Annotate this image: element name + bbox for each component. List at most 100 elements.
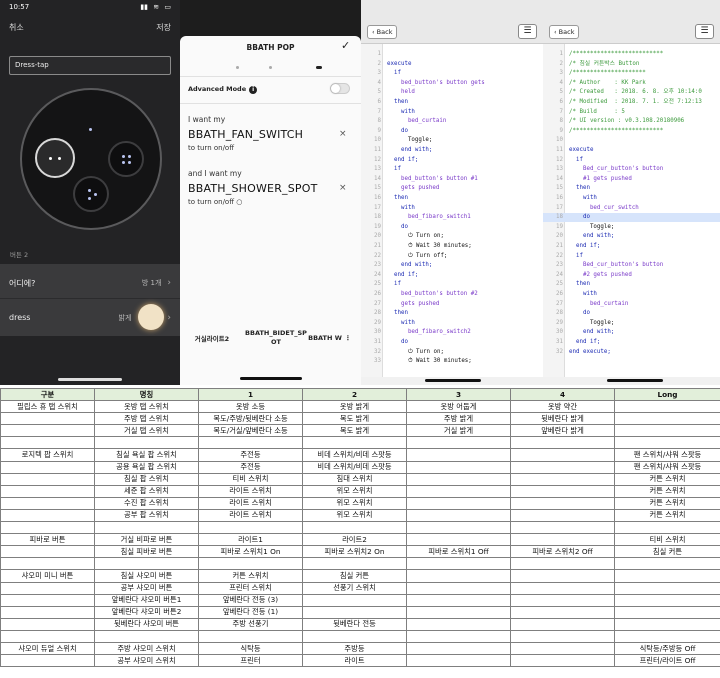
column-header: 2: [302, 387, 407, 402]
table-cell: 침실 샤오미 버튼: [94, 569, 199, 583]
power-icon: ○: [236, 198, 243, 206]
code-line: 31 do: [361, 338, 408, 347]
table-cell: 팬 스위치/샤워 스팟등: [614, 448, 720, 462]
table-cell: [510, 436, 615, 450]
advanced-mode-toggle[interactable]: [330, 83, 350, 94]
table-cell: 커튼 스위치: [614, 508, 720, 523]
button-3-circle[interactable]: [73, 176, 109, 212]
table-cell: 라이트2: [302, 533, 407, 547]
code-text: ⏻ Turn on;: [387, 233, 444, 240]
tab-device[interactable]: BBATH_BIDET_SP OT: [244, 329, 308, 347]
device-tabs: 거실라이트2 BBATH_BIDET_SP OT BBATH W ⋮: [180, 316, 361, 360]
dot: [58, 157, 61, 160]
column-header: 명칭: [94, 387, 199, 402]
line-number: 32: [374, 348, 381, 355]
action-label-1: to turn on/off: [188, 144, 235, 152]
light-scene-icon[interactable]: [138, 304, 164, 330]
table-cell: [614, 557, 720, 571]
table-cell: 옷방 탭 스위치: [94, 400, 199, 414]
table-cell: 커튼 스위치: [614, 496, 720, 510]
advanced-mode-text: Advanced Mode: [188, 85, 247, 93]
menu-icon[interactable]: ☰: [695, 24, 714, 39]
table-cell: [510, 521, 615, 535]
code-text: then: [387, 99, 408, 105]
code-line: 2 execute: [361, 60, 412, 69]
remove-icon[interactable]: ×: [339, 129, 347, 139]
table-row: 피바로 버튼 거실 비파로 버튼 라이트1 라이트2 티비 스위치: [0, 533, 720, 547]
table-cell: 뒷베란다 전등: [302, 617, 407, 631]
home-indicator: [607, 379, 663, 382]
cancel-button[interactable]: 취소: [9, 22, 24, 33]
table-cell: [0, 436, 95, 450]
line-number: 28: [556, 310, 563, 317]
code-text: /*********************: [569, 70, 646, 77]
line-number: 16: [374, 195, 381, 201]
table-cell: 피바로 스위치1 Off: [406, 545, 511, 559]
table-cell: [406, 496, 511, 510]
line-number: 4: [377, 79, 382, 86]
table-cell: [0, 654, 95, 668]
code-text: then: [387, 195, 408, 201]
page-dot: [236, 66, 239, 69]
table-cell: 복도 밝게: [302, 412, 407, 426]
table-cell: [94, 436, 199, 450]
back-button[interactable]: ‹ Back: [367, 25, 398, 39]
tab-device[interactable]: BBATH W: [308, 334, 342, 343]
table-cell: [614, 581, 720, 595]
code-text: if: [387, 281, 401, 288]
save-button[interactable]: 저장: [156, 22, 171, 33]
line-number: 29: [556, 319, 563, 326]
code-line: 4 bed_button's button gets: [361, 79, 485, 88]
code-line: 11 execute: [543, 146, 593, 155]
table-cell: [0, 460, 95, 474]
table-row: 공부 샤오미 스위치 프린터 라이트 프린터/라이트 Off: [0, 654, 720, 668]
menu-icon[interactable]: ☰: [518, 24, 537, 39]
line-number: 19: [374, 223, 381, 230]
code-editor[interactable]: 1 /************************** 2 /* 침실 커튼박스 …: [543, 44, 720, 377]
table-cell: 앞베란다 샤오미 버튼2: [94, 605, 199, 619]
code-line: 9 /**************************: [543, 127, 664, 136]
table-cell: 침대 스위치: [302, 472, 407, 486]
code-text: then: [569, 281, 590, 288]
line-number: 15: [374, 185, 381, 192]
code-line: 1 /**************************: [543, 50, 664, 59]
more-icon[interactable]: ⋮: [342, 334, 354, 342]
name-input[interactable]: Dress-tap: [9, 56, 171, 75]
line-number: 17: [374, 204, 381, 211]
code-text: bed_fibaro_switch2: [387, 329, 471, 336]
code-line: 3 /*********************: [543, 69, 646, 78]
table-row: 뒷베란다 샤오미 버튼 주방 선풍기 뒷베란다 전등: [0, 617, 720, 631]
code-text: /* Build : 5: [569, 108, 625, 115]
table-cell: 공용 욕실 팝 스위치: [94, 460, 199, 474]
table-cell: [0, 424, 95, 438]
table-cell: [510, 629, 615, 643]
code-line: 30 bed_fibaro_switch2: [361, 328, 471, 337]
top-bar: ‹ Back ☰: [543, 0, 720, 44]
code-line: 28 do: [543, 309, 590, 318]
code-editor[interactable]: 1 2 execute 3 if 4 bed_button's button gets 5…: [361, 44, 543, 377]
code-text: bed_curtain: [569, 300, 629, 307]
code-line: 25 then: [543, 280, 590, 289]
button-1-circle[interactable]: [35, 138, 75, 178]
button-2-circle[interactable]: [108, 141, 144, 177]
tab-device[interactable]: 거실라이트2: [180, 333, 244, 343]
check-icon[interactable]: ✓: [341, 39, 350, 52]
table-cell: [0, 521, 95, 535]
location-row[interactable]: 어디에? 방 1개 ›: [0, 264, 180, 302]
line-number: 6: [559, 99, 564, 105]
remove-icon[interactable]: ×: [339, 183, 347, 193]
line-number: 26: [556, 291, 563, 297]
table-cell: 필립스 휴 탭 스위치: [0, 400, 95, 414]
table-cell: [302, 605, 407, 619]
code-line: 5 /* Created : 2018. 6. 8. 오후 10:14:0: [543, 88, 702, 97]
code-line: 33 ⏱ Wait 30 minutes;: [361, 357, 472, 366]
table-row: 필립스 휴 탭 스위치 옷방 탭 스위치 옷방 소등 옷방 밝게 옷방 어둡게 옷방 약간: [0, 400, 720, 414]
device-name-1[interactable]: BBATH_FAN_SWITCH: [188, 128, 303, 141]
table-cell: 라이트 스위치: [198, 484, 303, 498]
device-name-2[interactable]: BBATH_SHOWER_SPOT: [188, 182, 318, 195]
code-line: 12 end if;: [361, 156, 418, 165]
code-text: ⏻ Turn off;: [387, 252, 448, 259]
top-bar: ‹ Back ☰: [361, 0, 543, 44]
back-button[interactable]: ‹ Back: [549, 25, 580, 39]
info-icon[interactable]: i: [249, 86, 258, 94]
